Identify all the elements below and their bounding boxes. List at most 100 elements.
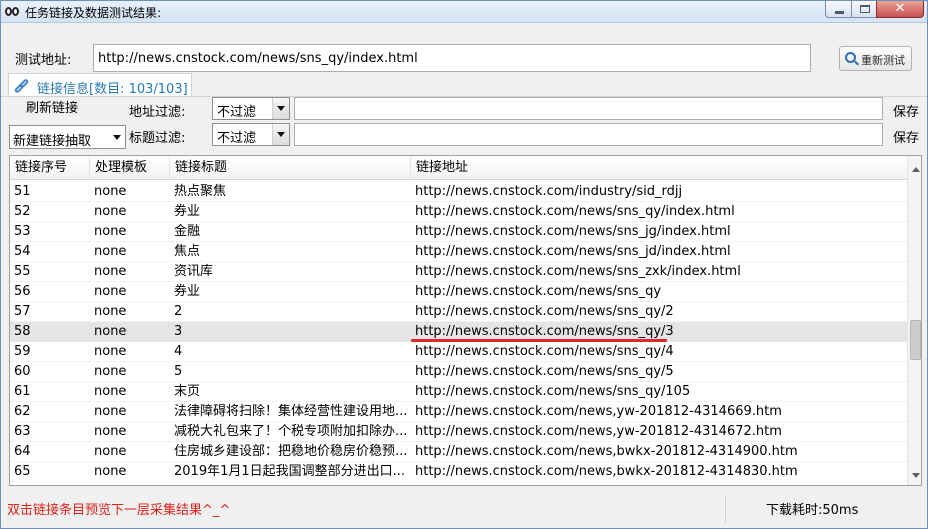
address-filter-input[interactable] (294, 97, 883, 120)
maximize-icon (860, 5, 870, 13)
address-filter-label: 地址过滤: (129, 105, 186, 120)
cell-index: 62 (14, 404, 31, 419)
cell-url: http://news.cnstock.com/news,bwkx-201812… (415, 464, 798, 479)
cell-url: http://news.cnstock.com/news,bwkx-201812… (415, 444, 798, 459)
title-filter-input[interactable] (294, 123, 883, 146)
tab-link-info[interactable]: 链接信息[数目: 103/103] (8, 73, 192, 97)
table-row[interactable]: 56 none 券业 http://news.cnstock.com/news/sns… (10, 282, 907, 302)
table-row[interactable]: 53 none 金融 http://news.cnstock.com/news/sns… (10, 222, 907, 242)
column-header-template[interactable]: 处理模板 (90, 156, 170, 180)
minimize-button[interactable] (825, 1, 852, 18)
table-body: 51 none 热点聚焦 http://news.cnstock.com/indust… (10, 182, 907, 482)
maximize-button[interactable] (851, 1, 877, 18)
table-row[interactable]: 57 none 2 http://news.cnstock.com/news/sns_… (10, 302, 907, 322)
table-row[interactable]: 59 none 4 http://news.cnstock.com/news/sns_… (10, 342, 907, 362)
cell-title: 减税大礼包来了！个税专项附加扣除办... (174, 424, 408, 439)
close-icon: ✕ (894, 1, 906, 16)
cell-url: http://news.cnstock.com/news,yw-201812-4… (415, 404, 782, 419)
table-row[interactable]: 54 none 焦点 http://news.cnstock.com/news/sns… (10, 242, 907, 262)
address-filter-value: 不过滤 (217, 105, 257, 120)
column-header-index[interactable]: 链接序号 (10, 156, 90, 180)
cell-title: 券业 (174, 204, 201, 219)
cell-template: none (94, 304, 127, 319)
cell-template: none (94, 444, 127, 459)
cell-title: 2019年1月1日起我国调整部分进出口... (174, 464, 406, 479)
cell-title: 5 (174, 364, 183, 379)
url-label: 测试地址: (15, 53, 72, 68)
vertical-scrollbar[interactable] (907, 156, 921, 485)
cell-index: 61 (14, 384, 31, 399)
cell-title: 焦点 (174, 244, 201, 259)
app-eyes-icon (5, 6, 21, 18)
cell-url: http://news.cnstock.com/news/sns_zxk/ind… (415, 264, 741, 279)
scroll-up-icon[interactable] (908, 162, 921, 178)
cell-index: 57 (14, 304, 31, 319)
cell-url: http://news.cnstock.com/news/sns_qy/2 (415, 304, 674, 319)
cell-url: http://news.cnstock.com/news/sns_qy/4 (415, 344, 674, 359)
extract-mode-select[interactable]: 新建链接抽取 (9, 125, 126, 149)
cell-title: 金融 (174, 224, 201, 239)
links-table[interactable]: 链接序号 处理模板 链接标题 链接地址 51 none 热点聚焦 http://new… (9, 155, 922, 486)
table-row[interactable]: 65 none 2019年1月1日起我国调整部分进出口... http://news.… (10, 462, 907, 482)
cell-url: http://news.cnstock.com/news/sns_jg/inde… (415, 224, 731, 239)
cell-index: 58 (14, 324, 31, 339)
retest-label: 重新测试 (861, 54, 905, 67)
close-button[interactable]: ✕ (876, 1, 924, 18)
cell-url: http://news.cnstock.com/news,yw-201812-4… (415, 424, 782, 439)
save-address-filter-button[interactable]: 保存 (893, 101, 919, 120)
table-row[interactable]: 52 none 券业 http://news.cnstock.com/news/sns… (10, 202, 907, 222)
title-filter-value: 不过滤 (217, 131, 257, 146)
cell-template: none (94, 244, 127, 259)
save-title-filter-button[interactable]: 保存 (893, 127, 919, 146)
cell-title: 2 (174, 304, 183, 319)
column-header-url[interactable]: 链接地址 (411, 156, 907, 180)
cell-title: 法律障碍将扫除！集体经营性建设用地... (174, 404, 408, 419)
chevron-down-icon[interactable] (272, 124, 289, 145)
cell-template: none (94, 184, 127, 199)
column-header-title[interactable]: 链接标题 (170, 156, 411, 180)
url-input[interactable] (93, 44, 811, 72)
table-row[interactable]: 55 none 资讯库 http://news.cnstock.com/news/sn… (10, 262, 907, 282)
scroll-down-icon[interactable] (908, 467, 921, 483)
cell-url: http://news.cnstock.com/news/sns_qy/105 (415, 384, 691, 399)
cell-index: 59 (14, 344, 31, 359)
title-bar[interactable]: 任务链接及数据测试结果: ✕ (1, 1, 927, 23)
cell-url: http://news.cnstock.com/news/sns_jd/inde… (415, 244, 731, 259)
retest-button[interactable]: 重新测试 (839, 46, 912, 71)
cell-template: none (94, 344, 127, 359)
result-window: 任务链接及数据测试结果: ✕ 测试地址: 重新测试 链接信息[数目: 103/1… (0, 0, 928, 529)
table-row[interactable]: 61 none 末页 http://news.cnstock.com/news/sns… (10, 382, 907, 402)
cell-index: 51 (14, 184, 31, 199)
table-row[interactable]: 62 none 法律障碍将扫除！集体经营性建设用地... http://news.cn… (10, 402, 907, 422)
chevron-down-icon[interactable] (110, 126, 125, 148)
refresh-links-button[interactable]: 刷新链接 (15, 99, 89, 119)
title-filter-select[interactable]: 不过滤 (212, 123, 290, 146)
search-icon (845, 52, 856, 63)
cell-index: 63 (14, 424, 31, 439)
scrollbar-thumb[interactable] (910, 320, 921, 360)
cell-template: none (94, 264, 127, 279)
cell-index: 65 (14, 464, 31, 479)
chevron-down-icon[interactable] (272, 98, 289, 119)
cell-template: none (94, 324, 127, 339)
table-row[interactable]: 64 none 住房城乡建设部：把稳地价稳房价稳预... http://news.cn… (10, 442, 907, 462)
table-row[interactable]: 63 none 减税大礼包来了！个税专项附加扣除办... http://news.cn… (10, 422, 907, 442)
minimize-icon (835, 11, 844, 14)
cell-template: none (94, 364, 127, 379)
cell-title: 资讯库 (174, 264, 214, 279)
cell-title: 3 (174, 324, 183, 339)
table-row[interactable]: 60 none 5 http://news.cnstock.com/news/sns_… (10, 362, 907, 382)
cell-url: http://news.cnstock.com/news/sns_qy (415, 284, 662, 299)
cell-index: 64 (14, 444, 31, 459)
cell-title: 末页 (174, 384, 201, 399)
table-row[interactable]: 51 none 热点聚焦 http://news.cnstock.com/indust… (10, 182, 907, 202)
cell-template: none (94, 284, 127, 299)
cell-url: http://news.cnstock.com/news/sns_qy/5 (415, 364, 674, 379)
cell-template: none (94, 224, 127, 239)
cell-title: 券业 (174, 284, 201, 299)
cell-index: 52 (14, 204, 31, 219)
cell-index: 54 (14, 244, 31, 259)
address-filter-select[interactable]: 不过滤 (212, 97, 290, 120)
extract-mode-value: 新建链接抽取 (13, 134, 92, 149)
download-time: 下载耗时:50ms (766, 503, 859, 518)
